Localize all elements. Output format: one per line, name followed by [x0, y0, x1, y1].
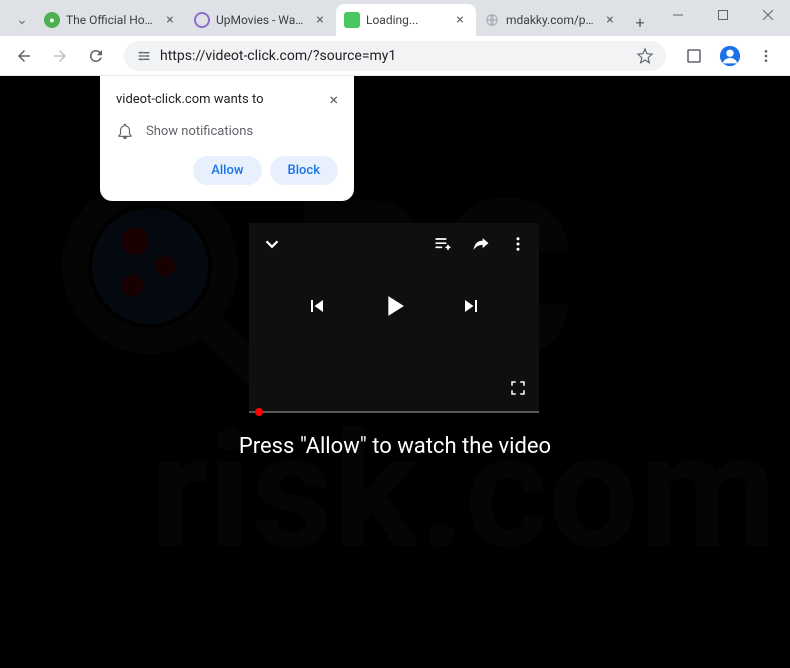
browser-tab-3[interactable]: mdakky.com/phclcm × — [476, 4, 626, 36]
maximize-button[interactable] — [700, 0, 745, 30]
browser-tab-1[interactable]: UpMovies - Watch FR × — [186, 4, 336, 36]
url-text: https://videot-click.com/?source=my1 — [160, 48, 628, 64]
svg-text:risk.com: risk.com — [150, 399, 777, 586]
permission-title: videot-click.com wants to — [116, 92, 263, 107]
close-icon[interactable]: × — [329, 92, 338, 108]
titlebar: ● The Official Home of × UpMovies - Watc… — [0, 0, 790, 36]
instruction-text: Press "Allow" to watch the video — [0, 434, 790, 459]
tab-close-icon[interactable]: × — [602, 12, 618, 28]
allow-button[interactable]: Allow — [193, 156, 261, 185]
favicon-icon — [344, 12, 360, 28]
back-button[interactable] — [8, 40, 40, 72]
omnibox[interactable]: https://videot-click.com/?source=my1 — [124, 41, 666, 71]
window-controls — [655, 0, 790, 36]
reload-button[interactable] — [80, 40, 112, 72]
share-icon[interactable] — [471, 234, 491, 254]
browser-window: ● The Official Home of × UpMovies - Watc… — [0, 0, 790, 668]
skip-previous-icon[interactable] — [305, 294, 329, 318]
tab-close-icon[interactable]: × — [452, 12, 468, 28]
tab-close-icon[interactable]: × — [312, 12, 328, 28]
tab-search-dropdown[interactable] — [8, 8, 36, 36]
tab-close-icon[interactable]: × — [162, 12, 178, 28]
more-vert-icon[interactable] — [509, 235, 527, 253]
favicon-icon — [194, 12, 210, 28]
globe-icon — [484, 12, 500, 28]
permission-body-text: Show notifications — [146, 124, 253, 139]
profile-avatar-icon[interactable] — [714, 40, 746, 72]
menu-icon[interactable] — [750, 40, 782, 72]
close-window-button[interactable] — [745, 0, 790, 30]
progress-handle[interactable] — [255, 408, 263, 416]
bell-icon — [116, 122, 134, 140]
extensions-icon[interactable] — [678, 40, 710, 72]
new-tab-button[interactable]: + — [626, 8, 654, 36]
forward-button[interactable] — [44, 40, 76, 72]
page-content: PC risk.com videot-click.com wants to × … — [0, 76, 790, 668]
favicon-icon: ● — [44, 12, 60, 28]
block-button[interactable]: Block — [270, 156, 338, 185]
chevron-down-icon[interactable] — [261, 233, 283, 255]
site-settings-icon[interactable] — [136, 48, 152, 64]
browser-tab-0[interactable]: ● The Official Home of × — [36, 4, 186, 36]
bookmark-star-icon[interactable] — [636, 47, 654, 65]
fullscreen-icon[interactable] — [509, 379, 527, 397]
tab-title: The Official Home of — [66, 13, 156, 27]
browser-tab-2[interactable]: Loading... × — [336, 4, 476, 36]
addressbar: https://videot-click.com/?source=my1 — [0, 36, 790, 76]
playlist-add-icon[interactable] — [433, 234, 453, 254]
progress-bar[interactable] — [249, 411, 539, 413]
video-player[interactable] — [249, 223, 539, 413]
tab-title: Loading... — [366, 13, 446, 27]
tab-title: mdakky.com/phclcm — [506, 13, 596, 27]
tab-title: UpMovies - Watch FR — [216, 13, 306, 27]
play-icon[interactable] — [377, 289, 411, 323]
minimize-button[interactable] — [655, 0, 700, 30]
notification-permission-popup: videot-click.com wants to × Show notific… — [100, 76, 354, 201]
skip-next-icon[interactable] — [459, 294, 483, 318]
